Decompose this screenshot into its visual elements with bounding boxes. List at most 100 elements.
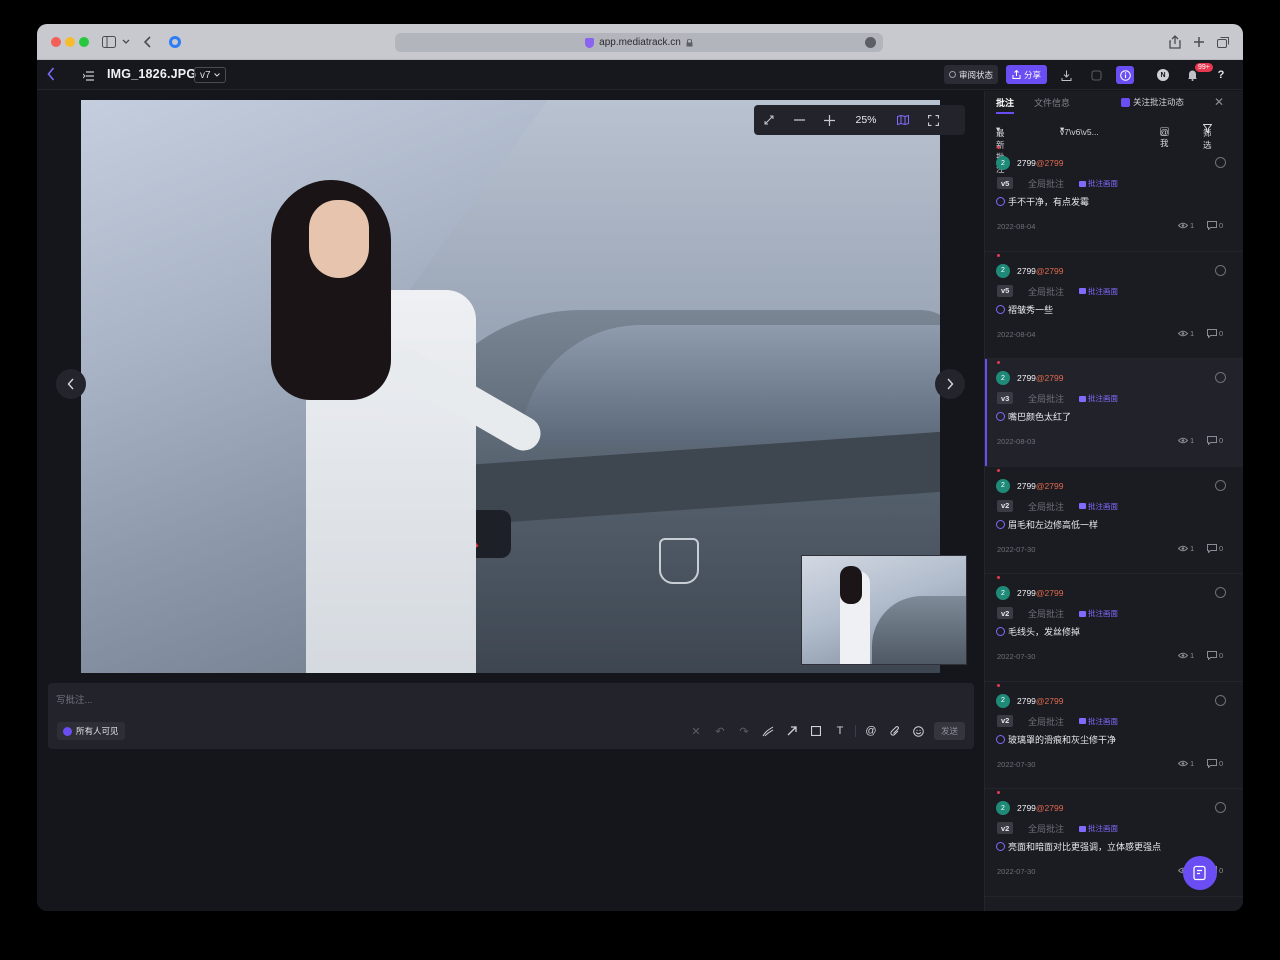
annotation-link[interactable]: 批注画面 xyxy=(1079,501,1118,512)
undo-icon[interactable]: ↶ xyxy=(711,722,729,740)
comment-item[interactable]: 2 2799@2799 v5 全局批注 批注画面 手不干净，有点发霉 2022-… xyxy=(985,144,1243,252)
sidebar-toggle-icon[interactable] xyxy=(101,33,117,51)
view-count: 1 xyxy=(1178,544,1194,553)
comment-item[interactable]: 2 2799@2799 v3 全局批注 批注画面 嘴巴颜色太红了 2022-08… xyxy=(985,359,1243,467)
fullscreen-icon[interactable] xyxy=(918,105,948,135)
reply-count[interactable]: 0 xyxy=(1207,436,1223,445)
close-panel-icon[interactable]: ✕ xyxy=(1214,95,1224,109)
media-viewer: 25% 写批注... 所有人可见 ✕ ↶ ↷ T @ 发送 xyxy=(37,91,984,911)
resolve-circle-icon[interactable] xyxy=(1215,694,1226,706)
chevron-down-icon[interactable] xyxy=(121,33,131,51)
emoji-icon[interactable] xyxy=(910,722,928,740)
annotation-link[interactable]: 批注画面 xyxy=(1079,823,1118,834)
text-tool-icon[interactable]: T xyxy=(831,722,849,740)
comment-item[interactable]: 2 2799@2799 v2 全局批注 批注画面 眉毛和左边修高低一样 2022… xyxy=(985,467,1243,574)
file-list-icon[interactable] xyxy=(82,68,94,86)
annotation-label: 批注画面 xyxy=(1088,286,1118,296)
comment-input[interactable]: 写批注... xyxy=(56,692,92,706)
zoom-level[interactable]: 25% xyxy=(844,114,888,126)
version-selector[interactable]: v7 xyxy=(194,67,226,83)
share-sheet-icon[interactable] xyxy=(1167,33,1183,51)
resolve-circle-icon[interactable] xyxy=(1215,157,1226,168)
close-window-button[interactable] xyxy=(51,37,61,47)
info-icon[interactable] xyxy=(1116,66,1134,84)
back-icon[interactable] xyxy=(141,33,155,51)
reader-icon[interactable] xyxy=(865,37,876,48)
comment-body: 毛线头，发丝修掉 xyxy=(1008,627,1081,637)
clear-icon[interactable]: ✕ xyxy=(687,722,705,740)
annotation-link[interactable]: 批注画面 xyxy=(1079,178,1118,189)
send-button[interactable]: 发送 xyxy=(933,722,965,740)
minimap-thumbnail[interactable] xyxy=(801,555,967,665)
minimize-window-button[interactable] xyxy=(65,37,75,47)
reply-bubble-icon xyxy=(1207,758,1217,768)
sort-selector[interactable]: 最新批注 ▾ xyxy=(996,124,1005,174)
annotation-link[interactable]: 批注画面 xyxy=(1079,286,1118,297)
zoom-out-icon[interactable] xyxy=(784,105,814,135)
author-name: 2799 xyxy=(1017,480,1036,491)
reply-count-value: 0 xyxy=(1219,328,1224,338)
tab-file-info[interactable]: 文件信息 xyxy=(1034,96,1070,109)
redo-icon[interactable]: ↷ xyxy=(735,722,753,740)
view-count: 1 xyxy=(1178,759,1194,768)
tab-overview-icon[interactable] xyxy=(1215,33,1231,51)
site-favicon-icon xyxy=(167,33,183,51)
mentioned-user: @2799 xyxy=(1035,588,1064,598)
resolve-circle-icon[interactable] xyxy=(1215,372,1226,383)
user-avatar[interactable]: N xyxy=(1154,66,1172,84)
filter-button[interactable]: 筛选 xyxy=(1203,124,1212,150)
fit-screen-icon[interactable] xyxy=(754,105,784,135)
reply-count[interactable]: 0 xyxy=(1207,543,1223,553)
avatar-icon: N xyxy=(1157,69,1169,81)
zoom-in-icon[interactable] xyxy=(814,105,844,135)
annotation-link[interactable]: 批注画面 xyxy=(1079,393,1118,404)
reply-bubble-icon xyxy=(1207,651,1217,660)
zoom-window-button[interactable] xyxy=(79,37,89,47)
resolve-circle-icon[interactable] xyxy=(1215,264,1226,276)
review-status-button[interactable]: 审阅状态 xyxy=(944,65,998,84)
reply-count[interactable]: 0 xyxy=(1207,328,1224,338)
comment-composer[interactable]: 写批注... 所有人可见 ✕ ↶ ↷ T @ 发送 xyxy=(48,683,974,749)
resolve-circle-icon[interactable] xyxy=(1215,479,1226,491)
resolve-circle-icon[interactable] xyxy=(1215,587,1226,598)
annotation-link[interactable]: 批注画面 xyxy=(1079,608,1118,619)
visibility-selector[interactable]: 所有人可见 xyxy=(57,722,125,740)
address-bar[interactable]: app.mediatrack.cn xyxy=(395,33,883,52)
previous-file-button[interactable] xyxy=(56,369,86,399)
author-name: 2799 xyxy=(1017,265,1036,276)
reply-count[interactable]: 0 xyxy=(1207,221,1223,230)
reply-count[interactable]: 0 xyxy=(1207,651,1223,660)
annotation-link[interactable]: 批注画面 xyxy=(1079,716,1118,727)
share-button[interactable]: 分享 xyxy=(1006,65,1047,84)
mentioned-user: @2799 xyxy=(1035,695,1064,706)
help-button[interactable]: ? xyxy=(1212,66,1230,84)
comment-item[interactable]: 2 2799@2799 v2 全局批注 批注画面 玻璃罩的滑痕和灰尘修干净 20… xyxy=(985,682,1243,789)
tab-comments[interactable]: 批注 xyxy=(996,96,1015,114)
compare-icon[interactable] xyxy=(1087,66,1105,84)
rectangle-tool-icon[interactable] xyxy=(807,722,825,740)
comment-avatar: 2 xyxy=(996,156,1010,170)
comment-author: 2799@2799 xyxy=(1017,588,1063,598)
reply-bubble-icon xyxy=(1207,543,1217,553)
mention-icon[interactable]: @ xyxy=(862,722,880,740)
download-icon[interactable] xyxy=(1057,66,1075,84)
arrow-tool-icon[interactable] xyxy=(783,722,801,740)
comment-item[interactable]: 2 2799@2799 v2 全局批注 批注画面 毛线头，发丝修掉 2022-0… xyxy=(985,574,1243,682)
version-filter[interactable]: v7\v6\v5... ▾ xyxy=(1060,124,1099,137)
resolve-circle-icon[interactable] xyxy=(1215,802,1226,813)
back-button[interactable] xyxy=(47,67,55,86)
follow-comments-checkbox[interactable]: 关注批注动态 xyxy=(1121,96,1184,108)
comment-avatar: 2 xyxy=(996,801,1010,815)
reply-bubble-icon xyxy=(1207,436,1217,445)
next-file-button[interactable] xyxy=(935,369,965,399)
version-tag: v3 xyxy=(997,392,1014,404)
new-tab-icon[interactable] xyxy=(1191,33,1207,51)
view-count: 1 xyxy=(1178,221,1194,230)
reply-count[interactable]: 0 xyxy=(1207,758,1223,768)
attachment-icon[interactable] xyxy=(886,722,904,740)
mentioned-user: @2799 xyxy=(1035,158,1064,168)
comment-summary-button[interactable] xyxy=(1183,856,1217,890)
brush-icon[interactable] xyxy=(759,722,777,740)
comment-item[interactable]: 2 2799@2799 v5 全局批注 批注画面 褶皱秀一些 2022-08-0… xyxy=(985,252,1243,359)
minimap-icon[interactable] xyxy=(888,105,918,135)
